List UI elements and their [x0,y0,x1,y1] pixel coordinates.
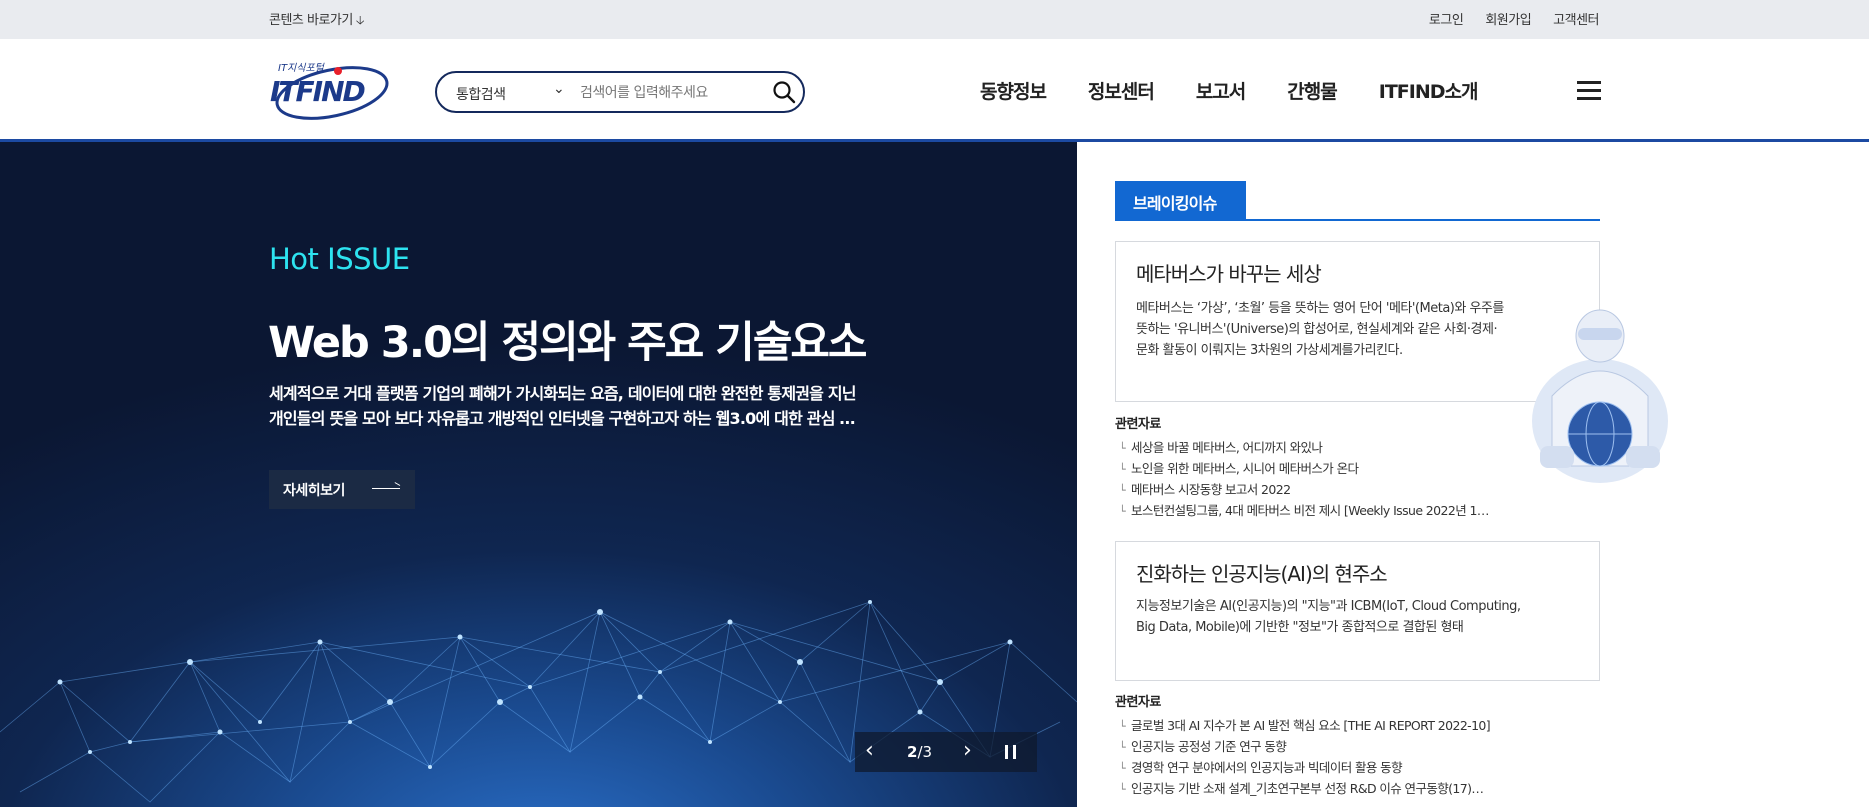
related-item[interactable]: 노인을 위한 메타버스, 시니어 메타버스가 온다 [1119,458,1489,479]
arrow-right-icon [372,488,400,489]
related-item[interactable]: 세상을 바꿀 메타버스, 어디까지 와있나 [1119,437,1489,458]
issue-title[interactable]: 메타버스가 바꾸는 세상 [1136,258,1579,287]
main-nav: 동향정보 정보센터 보고서 간행물 ITFIND소개 [980,77,1479,104]
utility-bar: 콘텐츠 바로가기 🡣 로그인 회원가입 고객센터 [0,0,1869,39]
issue-summary: 지능정보기술은 AI(인공지능)의 "지능"과 ICBM(IoT, Cloud … [1136,599,1521,635]
breaking-issue-tab[interactable]: 브레이킹이슈 [1115,181,1246,219]
hero-title[interactable]: Web 3.0의 정의와 주요 기술요소 [268,308,867,370]
nav-item-publications[interactable]: 간행물 [1287,77,1337,104]
network-background-image [0,600,1077,803]
related-item[interactable]: 인공지능 기반 소재 설계_기초연구본부 선정 R&D 이슈 연구동향(17)… [1119,778,1490,799]
arrow-down-icon: 🡣 [355,13,365,27]
login-link[interactable]: 로그인 [1429,9,1464,28]
search-bar: 통합검색 ⌄ [435,71,805,113]
hero-banner: Hot ISSUE Web 3.0의 정의와 주요 기술요소 세계적으로 거대 … [0,142,1077,807]
issue-card[interactable]: 진화하는 인공지능(AI)의 현주소 지능정보기술은 AI(인공지능)의 "지능… [1115,541,1600,681]
chevron-left-icon[interactable]: ‹ [865,738,874,763]
related-item[interactable]: 글로벌 3대 AI 지수가 본 AI 발전 핵심 요소 [THE AI REPO… [1119,715,1491,736]
skip-link-label: 콘텐츠 바로가기 [269,13,353,28]
hero-description-line: 개인들의 뜻을 모아 보다 자유롭고 개방적인 인터넷을 구현하고자 하는 웹3… [269,409,855,428]
skip-to-content-link[interactable]: 콘텐츠 바로가기 🡣 [269,9,364,32]
logo-dot-icon [334,67,342,75]
related-item[interactable]: 보스턴컨설팅그룹, 4대 메타버스 비전 제시 [Weekly Issue 20… [1119,500,1489,521]
slider-controls: ‹ 2/3 › [855,732,1037,772]
logo-main-text: ITFIND [270,75,365,108]
nav-item-reports[interactable]: 보고서 [1196,77,1246,104]
nav-item-trends[interactable]: 동향정보 [980,77,1047,104]
related-item[interactable]: 인공지능 공정성 기준 연구 동향 [1119,736,1490,757]
hot-issue-label: Hot ISSUE [269,242,410,276]
issue-title[interactable]: 진화하는 인공지능(AI)의 현주소 [1136,558,1579,587]
nav-item-about[interactable]: ITFIND소개 [1379,77,1479,104]
related-list: 글로벌 3대 AI 지수가 본 AI 발전 핵심 요소 [THE AI REPO… [1119,715,1491,799]
hero-description-line: 세계적으로 거대 플랫폼 기업의 폐해가 가시화되는 요즘, 데이터에 대한 완… [269,384,857,403]
search-icon[interactable] [772,80,796,104]
related-item[interactable]: 경영학 연구 분야에서의 인공지능과 빅데이터 활용 동향 [1119,757,1490,778]
hamburger-menu-icon[interactable] [1577,81,1601,101]
chevron-down-icon[interactable]: ⌄ [553,81,565,97]
search-input[interactable] [580,82,760,104]
issue-summary: 메타버스는 ‘가상’, ‘초월’ 등을 뜻하는 영어 단어 '메타'(Meta)… [1136,301,1504,358]
related-heading: 관련자료 [1115,417,1161,432]
search-scope-select[interactable]: 통합검색 [456,84,506,104]
tab-underline [1115,219,1600,221]
utility-links: 로그인 회원가입 고객센터 [1429,9,1600,28]
nav-item-info-center[interactable]: 정보센터 [1088,77,1155,104]
read-more-button[interactable]: 자세히보기 [269,470,415,509]
slide-total: 3 [922,743,933,761]
signup-link[interactable]: 회원가입 [1485,9,1531,28]
related-list: 세상을 바꿀 메타버스, 어디까지 와있나 노인을 위한 메타버스, 시니어 메… [1119,437,1489,521]
pause-icon[interactable] [1005,745,1017,759]
related-item[interactable]: 메타버스 시장동향 보고서 2022 [1119,479,1489,500]
itfind-logo[interactable]: IT지식포털 ITFIND [268,59,390,121]
logo-sub-text: IT지식포털 [278,62,326,74]
chevron-right-icon[interactable]: › [963,738,972,763]
customer-center-link[interactable]: 고객센터 [1553,9,1599,28]
site-header: IT지식포털 ITFIND 통합검색 ⌄ 동향정보 정보센터 보고서 간행물 I… [0,39,1869,142]
slide-counter: 2/3 [907,743,932,761]
slide-current: 2 [907,743,918,761]
read-more-label: 자세히보기 [283,483,345,499]
related-heading: 관련자료 [1115,695,1161,710]
metaverse-robot-illustration [1532,309,1668,483]
hero-description: 세계적으로 거대 플랫폼 기업의 폐해가 가시화되는 요즘, 데이터에 대한 완… [269,381,949,431]
